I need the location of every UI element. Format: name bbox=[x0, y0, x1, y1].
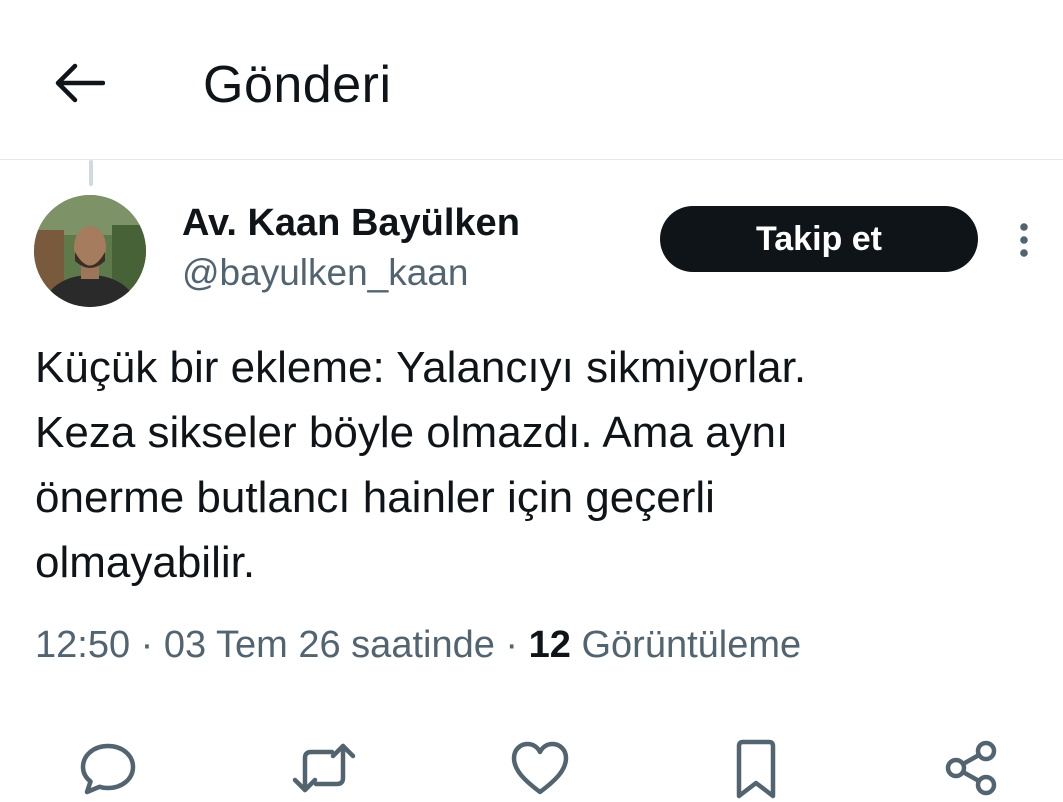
bookmark-icon bbox=[736, 739, 776, 799]
page-title: Gönderi bbox=[203, 56, 392, 114]
header-divider bbox=[0, 159, 1063, 160]
avatar[interactable] bbox=[34, 195, 146, 307]
retweet-button[interactable] bbox=[292, 738, 356, 802]
views-label: Görüntüleme bbox=[581, 624, 802, 666]
arrow-left-icon bbox=[55, 63, 105, 103]
tweet-text: Küçük bir ekleme: Yalancıyı sikmiyorlar.… bbox=[35, 343, 807, 587]
share-icon bbox=[945, 740, 997, 796]
top-bar: Gönderi bbox=[0, 0, 1063, 159]
share-button[interactable] bbox=[940, 738, 1004, 802]
more-vertical-icon bbox=[1020, 223, 1028, 257]
reply-icon bbox=[80, 743, 136, 795]
meta-separator: · bbox=[130, 624, 164, 666]
like-button[interactable] bbox=[508, 738, 572, 802]
meta-separator: · bbox=[494, 624, 529, 666]
author-name[interactable]: Av. Kaan Bayülken bbox=[182, 200, 520, 246]
tweet-meta: 12:50 · 03 Tem 26 saatinde · 12 Görüntül… bbox=[35, 620, 801, 670]
reply-button[interactable] bbox=[76, 738, 140, 802]
retweet-icon bbox=[292, 743, 356, 793]
bookmark-button[interactable] bbox=[724, 738, 788, 802]
back-button[interactable] bbox=[50, 56, 108, 110]
thread-line bbox=[89, 160, 93, 186]
follow-button[interactable]: Takip et bbox=[660, 206, 978, 272]
tweet-time[interactable]: 12:50 bbox=[35, 624, 130, 666]
author-handle[interactable]: @bayulken_kaan bbox=[182, 250, 468, 296]
views-count: 12 bbox=[528, 624, 571, 666]
tweet-date[interactable]: 03 Tem 26 saatinde bbox=[164, 624, 495, 666]
more-options-button[interactable] bbox=[1006, 218, 1042, 262]
like-icon bbox=[511, 741, 569, 795]
